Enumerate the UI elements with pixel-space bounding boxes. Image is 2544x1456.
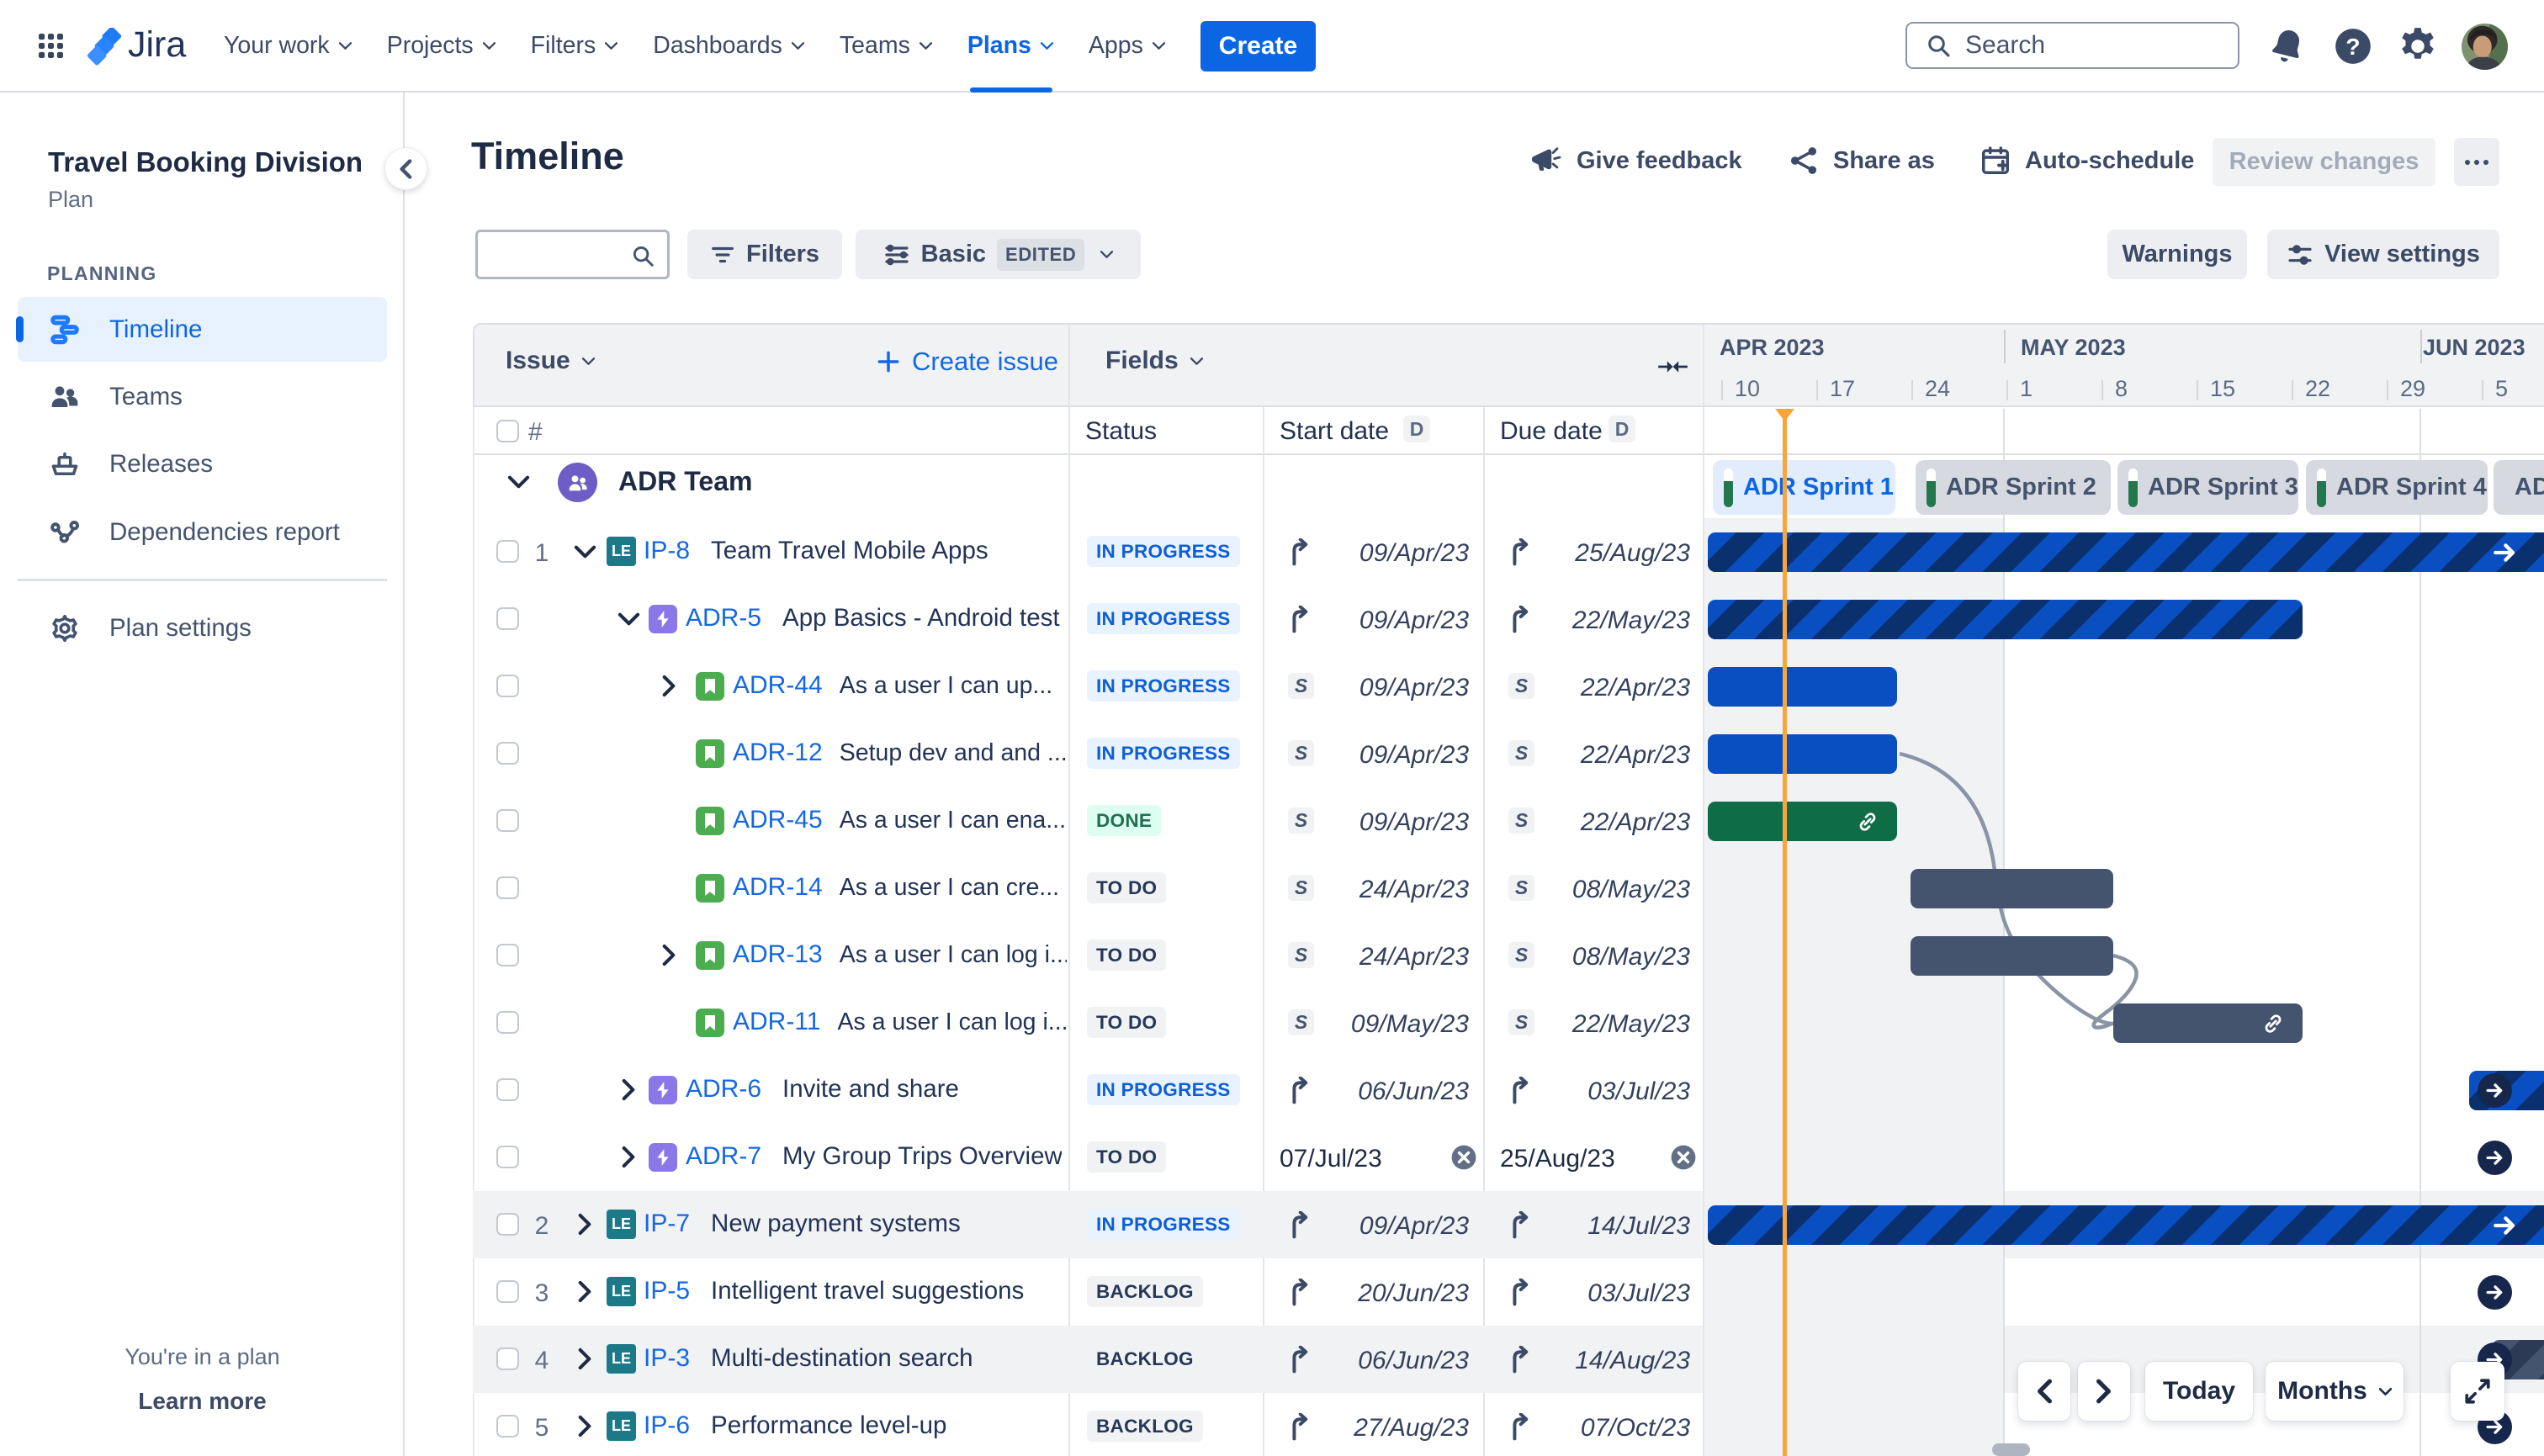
svg-text:?: ? (2345, 34, 2360, 60)
